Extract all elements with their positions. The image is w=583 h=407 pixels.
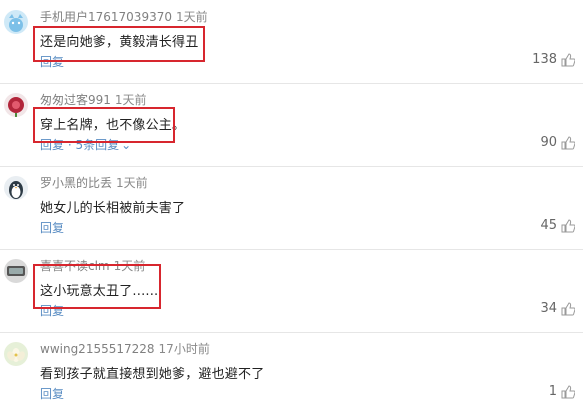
- reply-button[interactable]: 回复: [40, 304, 64, 318]
- thumbs-up-icon[interactable]: [561, 135, 575, 150]
- username[interactable]: 喜喜不读clm: [40, 259, 110, 273]
- lotus-icon[interactable]: [4, 342, 28, 366]
- comment-meta: 手机用户17617039370 1天前: [40, 8, 208, 25]
- timestamp: 1天前: [116, 176, 148, 190]
- like-count[interactable]: 1: [549, 384, 575, 399]
- timestamp: 1天前: [175, 10, 208, 24]
- comment-meta: 罗小黑的比丢 1天前: [40, 174, 148, 191]
- comment-text: 穿上名牌，也不像公主。: [40, 118, 186, 133]
- timestamp: 1天前: [113, 259, 146, 273]
- like-count-value: 34: [540, 301, 557, 316]
- reply-button[interactable]: 回复: [40, 221, 64, 235]
- thumbs-up-icon[interactable]: [561, 52, 575, 67]
- like-count[interactable]: 90: [540, 135, 575, 150]
- comment-meta: 喜喜不读clm 1天前: [40, 257, 145, 274]
- timestamp: 17小时前: [158, 342, 210, 356]
- comment-item: 匆匆过客991 1天前 穿上名牌，也不像公主。 回复 · 5条回复 ⌄ 90: [0, 83, 583, 167]
- thumbs-up-icon[interactable]: [561, 384, 575, 399]
- like-count[interactable]: 45: [540, 218, 575, 233]
- reply-button[interactable]: 回复: [40, 387, 64, 401]
- comment-actions: 回复: [40, 53, 64, 70]
- comment-item: wwing2155517228 17小时前 看到孩子就直接想到她爹，避也避不了 回…: [0, 332, 583, 407]
- reply-button[interactable]: 回复: [40, 55, 64, 69]
- username[interactable]: 手机用户17617039370: [40, 10, 172, 24]
- username[interactable]: 匆匆过客991: [40, 93, 111, 107]
- like-count-value: 138: [532, 52, 557, 67]
- like-count[interactable]: 138: [532, 52, 575, 67]
- like-count-value: 1: [548, 384, 557, 399]
- comment-text: 这小玩意太丑了......: [40, 284, 159, 299]
- comment-text: 还是向她爹，黄毅清长得丑: [40, 35, 199, 50]
- cat-icon[interactable]: [4, 10, 28, 34]
- comment-actions: 回复 · 5条回复 ⌄: [40, 136, 131, 153]
- comment-actions: 回复: [40, 302, 64, 319]
- thumbs-up-icon[interactable]: [561, 218, 575, 233]
- penguin-icon[interactable]: [4, 176, 28, 200]
- reply-button[interactable]: 回复: [40, 138, 64, 152]
- flower-icon[interactable]: [4, 93, 28, 117]
- comment-item: 手机用户17617039370 1天前 还是向她爹，黄毅清长得丑 回复 138: [0, 0, 583, 84]
- comment-meta: wwing2155517228 17小时前: [40, 340, 210, 357]
- comment-actions: 回复: [40, 219, 64, 236]
- like-count-value: 45: [540, 218, 557, 233]
- comment-meta: 匆匆过客991 1天前: [40, 91, 147, 108]
- username[interactable]: wwing2155517228: [40, 342, 155, 356]
- comment-text: 她女儿的长相被前夫害了: [40, 201, 186, 216]
- comment-actions: 回复: [40, 385, 64, 402]
- chevron-down-icon[interactable]: ⌄: [121, 138, 131, 152]
- thumbs-up-icon[interactable]: [561, 301, 575, 316]
- comment-item: 罗小黑的比丢 1天前 她女儿的长相被前夫害了 回复 45: [0, 166, 583, 250]
- comment-item: 喜喜不读clm 1天前 这小玩意太丑了...... 回复 34: [0, 249, 583, 333]
- comment-text: 看到孩子就直接想到她爹，避也避不了: [40, 367, 265, 382]
- timestamp: 1天前: [114, 93, 147, 107]
- view-replies-button[interactable]: · 5条回复: [64, 138, 119, 152]
- like-count-value: 90: [540, 135, 557, 150]
- username[interactable]: 罗小黑的比丢: [40, 176, 112, 190]
- like-count[interactable]: 34: [540, 301, 575, 316]
- device-icon[interactable]: [4, 259, 28, 283]
